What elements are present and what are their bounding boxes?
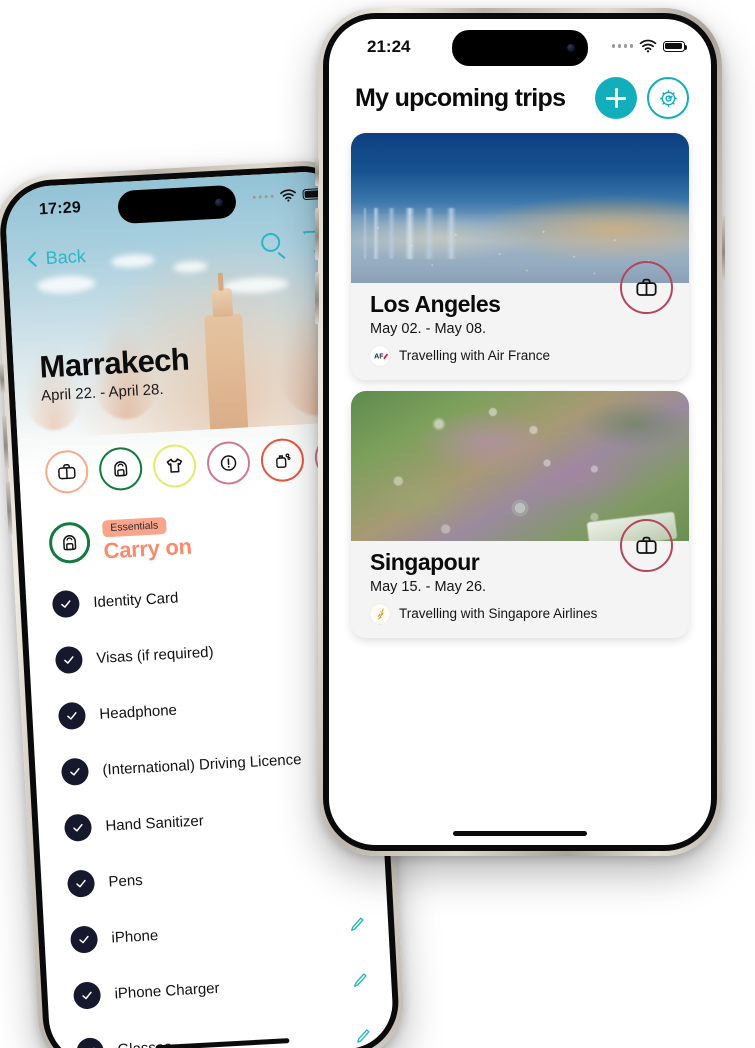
phone-upcoming-trips: 21:24 My upcoming trips Los Angeles May … [315, 8, 725, 856]
info-icon [220, 455, 237, 471]
checklist-item-label: Pens [108, 871, 144, 891]
trip-title-block: Marrakech April 22. - April 28. [38, 341, 191, 405]
checklist-item-label: iPhone [111, 927, 159, 947]
settings-button[interactable] [647, 77, 689, 119]
checklist-item-label: Headphone [98, 701, 178, 723]
status-indicators [252, 187, 325, 204]
status-time: 21:24 [367, 37, 411, 56]
checkbox[interactable] [72, 981, 102, 1010]
check-icon [79, 935, 89, 944]
status-time: 17:29 [38, 199, 82, 219]
section-title: Carry on [102, 533, 193, 563]
svg-text:AF: AF [374, 352, 384, 360]
air-france-logo: AF [370, 345, 390, 366]
checkbox[interactable] [66, 869, 96, 898]
backpack-icon [63, 535, 77, 551]
marrakech-hero-image: 17:29 Back Marrakech April 22. - April 2… [3, 169, 361, 440]
packing-list-button[interactable] [620, 261, 673, 314]
checklist-item-label: iPhone Charger [114, 979, 220, 1003]
koutoubia-tower [203, 313, 248, 434]
category-suitcase[interactable] [44, 449, 90, 495]
mute-switch[interactable] [315, 158, 319, 186]
screen-trips: 21:24 My upcoming trips Los Angeles May … [329, 19, 711, 845]
page-title: My upcoming trips [355, 83, 566, 112]
checkbox[interactable] [57, 701, 87, 731]
dynamic-island [117, 184, 237, 225]
power-button[interactable] [721, 216, 725, 282]
add-trip-button[interactable] [595, 77, 637, 119]
tshirt-icon [166, 458, 183, 473]
trip-dates: May 02. - May 08. [370, 320, 487, 337]
trips-list: Los Angeles May 02. - May 08. AF Travelling… [329, 133, 711, 638]
airline-label: Travelling with Singapore Airlines [399, 606, 598, 621]
checklist-item-label: Identity Card [92, 589, 179, 612]
check-icon [70, 768, 80, 776]
scene: 17:29 Back Marrakech April 22. - April 2… [0, 0, 755, 1048]
toiletries-icon [276, 453, 291, 469]
category-toiletries[interactable] [259, 437, 306, 483]
checkbox[interactable] [60, 757, 90, 787]
airline-logo [370, 603, 390, 624]
trip-airline: AF Travelling with Air France [370, 345, 671, 366]
signal-dots-icon [252, 194, 274, 200]
checkbox[interactable] [54, 645, 84, 675]
checkbox[interactable] [51, 589, 81, 619]
wifi-icon [280, 189, 296, 202]
checkbox[interactable] [69, 925, 99, 954]
back-button[interactable]: Back [27, 245, 87, 269]
checklist-item-label: (International) Driving Licence [102, 751, 302, 779]
airline-logo: AF [370, 345, 390, 366]
section-icon-circle[interactable] [48, 521, 92, 565]
chevron-left-icon [27, 250, 43, 267]
suitcase-icon [636, 278, 657, 296]
trip-dates: May 15. - May 26. [370, 578, 487, 595]
signal-dots-icon [611, 44, 633, 48]
category-carry-on[interactable] [98, 446, 144, 492]
trip-airline: Travelling with Singapore Airlines [370, 603, 671, 624]
trip-details: Singapour May 15. - May 26. Travelling wit… [351, 518, 689, 638]
check-icon [64, 656, 74, 664]
check-icon [85, 1047, 95, 1048]
suitcase-icon [636, 536, 657, 554]
trip-details: Los Angeles May 02. - May 08. AF Travelling… [351, 261, 689, 380]
trip-card[interactable]: Los Angeles May 02. - May 08. AF Travelling… [351, 133, 689, 380]
singapore-airlines-logo [370, 603, 390, 624]
category-documents[interactable] [205, 440, 252, 486]
checkbox[interactable] [63, 813, 93, 842]
airline-label: Travelling with Air France [399, 348, 551, 364]
checkbox[interactable] [75, 1037, 105, 1048]
check-icon [61, 600, 71, 608]
backpack-icon [114, 461, 128, 477]
check-icon [67, 712, 77, 720]
gear-icon [659, 89, 677, 107]
status-indicators [611, 39, 688, 53]
search-icon[interactable] [260, 232, 288, 259]
check-icon [76, 879, 86, 888]
trip-card[interactable]: Singapour May 15. - May 26. Travelling wit… [351, 390, 689, 638]
edit-pencil-icon[interactable] [350, 971, 370, 991]
status-badge: Essentials [101, 516, 167, 537]
trip-photo [351, 390, 689, 550]
checklist-item-label: Visas (if required) [95, 643, 214, 667]
volume-down-button[interactable] [315, 272, 319, 324]
check-icon [73, 823, 83, 832]
page-title: Marrakech [38, 341, 191, 386]
suitcase-icon [58, 464, 76, 480]
trip-photo [351, 133, 689, 283]
category-clothing[interactable] [151, 443, 198, 489]
battery-icon [663, 40, 688, 52]
back-label: Back [45, 245, 87, 268]
wifi-icon [639, 39, 657, 53]
trips-header: My upcoming trips [329, 75, 711, 133]
packing-list-button[interactable] [620, 518, 673, 572]
checklist-item-label: Hand Sanitizer [105, 812, 205, 835]
status-bar-right: 21:24 [329, 19, 711, 75]
check-icon [82, 991, 92, 1000]
dynamic-island [452, 30, 588, 66]
edit-pencil-icon[interactable] [347, 915, 367, 935]
home-indicator[interactable] [453, 831, 587, 836]
volume-up-button[interactable] [315, 208, 319, 260]
